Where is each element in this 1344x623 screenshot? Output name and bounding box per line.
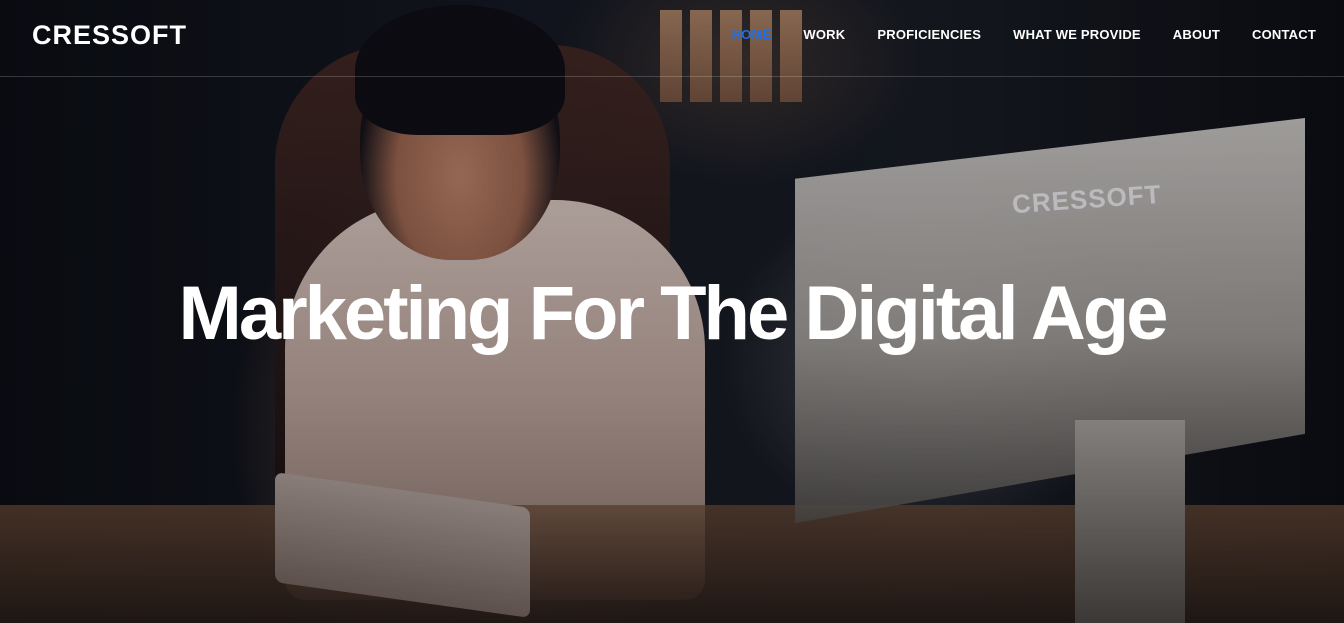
hero-section: CRESSOFT CRESSOFT HOME WORK PROFICIENCIE… xyxy=(0,0,1344,623)
nav-item-what-we-provide[interactable]: WHAT WE PROVIDE xyxy=(1013,27,1141,42)
site-header: CRESSOFT HOME WORK PROFICIENCIES WHAT WE… xyxy=(0,0,1344,77)
hero-headline: Marketing For The Digital Age xyxy=(178,271,1169,356)
nav-item-work[interactable]: WORK xyxy=(803,27,845,42)
site-logo[interactable]: CRESSOFT xyxy=(32,20,187,51)
nav-item-contact[interactable]: CONTACT xyxy=(1252,27,1316,42)
main-nav: HOME WORK PROFICIENCIES WHAT WE PROVIDE … xyxy=(732,27,1316,42)
nav-item-proficiencies[interactable]: PROFICIENCIES xyxy=(877,27,981,42)
nav-item-about[interactable]: ABOUT xyxy=(1173,27,1220,42)
nav-item-home[interactable]: HOME xyxy=(732,27,772,42)
